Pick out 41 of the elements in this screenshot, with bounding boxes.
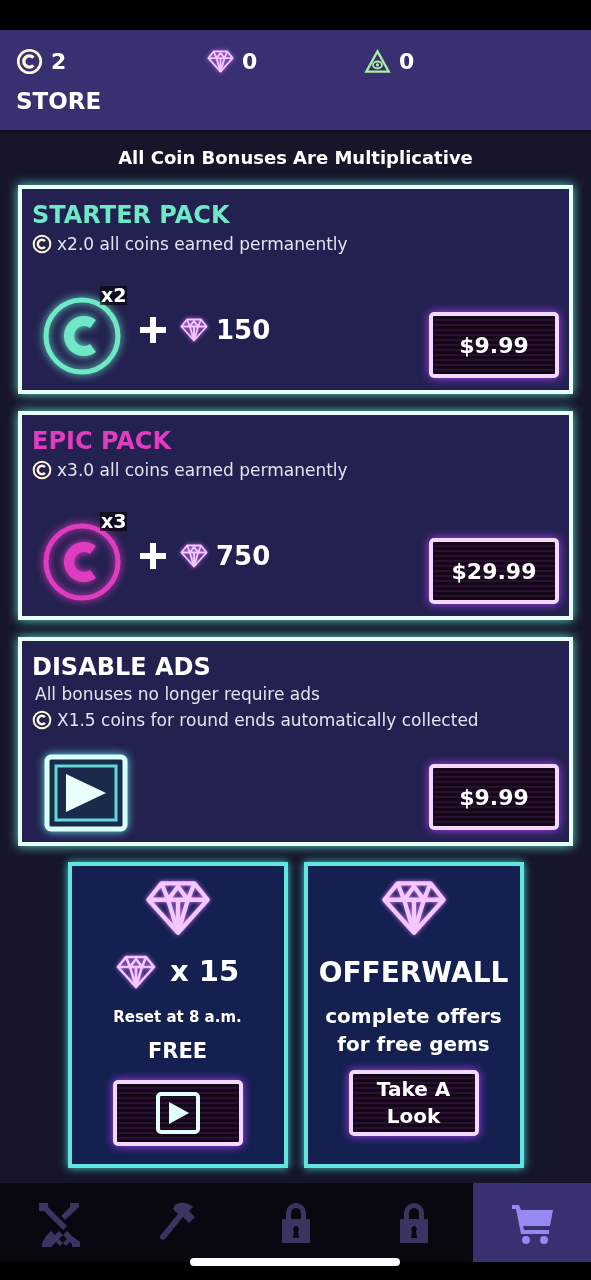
perk-text: x2.0 all coins earned permanently <box>57 235 348 253</box>
offer-note: complete offers for free gems <box>324 1003 503 1058</box>
diamond-icon <box>144 880 211 936</box>
triangle-eye-icon <box>364 47 391 75</box>
perk-text: All bonuses no longer require ads <box>35 686 320 703</box>
bonus-notice: All Coin Bonuses Are Multiplicative <box>117 149 474 167</box>
price-button[interactable]: $29.99 <box>429 538 559 604</box>
currency-count: 0 <box>399 47 415 76</box>
currency-count: 2 <box>51 47 67 76</box>
gem-icon <box>207 49 234 73</box>
offerwall-heading: OFFERWALL <box>318 955 509 991</box>
perk-text: x3.0 all coins earned permanently <box>57 461 348 479</box>
gem-reward: x 15 <box>169 953 240 990</box>
gem-amount: 750 <box>216 539 271 573</box>
perk-text: X1.5 coins for round ends automatically collected <box>57 711 479 729</box>
free-label: FREE <box>147 1038 208 1065</box>
gem-amount: 150 <box>216 313 271 347</box>
plus-icon <box>140 317 166 343</box>
pack-title: EPIC PACK <box>32 429 173 453</box>
coin-icon <box>32 234 52 254</box>
multiplier-badge: x3 <box>100 512 128 531</box>
play-icon <box>44 754 128 832</box>
multiplier-badge: x2 <box>100 286 128 305</box>
price-button[interactable]: $9.99 <box>429 312 559 378</box>
currency-count: 0 <box>242 47 258 76</box>
reset-note: Reset at 8 a.m. <box>113 1006 242 1028</box>
coin-icon <box>32 710 52 730</box>
play-icon <box>154 1090 201 1135</box>
gem-icon <box>180 318 208 342</box>
pack-title: STARTER PACK <box>32 203 231 227</box>
price-button[interactable]: $9.99 <box>429 764 559 830</box>
coin-icon <box>16 47 43 75</box>
plus-icon <box>140 543 166 569</box>
gem-icon <box>115 954 156 989</box>
diamond-icon <box>380 880 447 936</box>
take-a-look-button[interactable]: Take A Look <box>348 1070 479 1136</box>
watch-ad-button[interactable] <box>112 1079 243 1146</box>
pack-title: DISABLE ADS <box>32 655 212 679</box>
coin-icon <box>32 460 52 480</box>
gem-icon <box>180 544 208 568</box>
store-title: STORE <box>16 90 103 113</box>
